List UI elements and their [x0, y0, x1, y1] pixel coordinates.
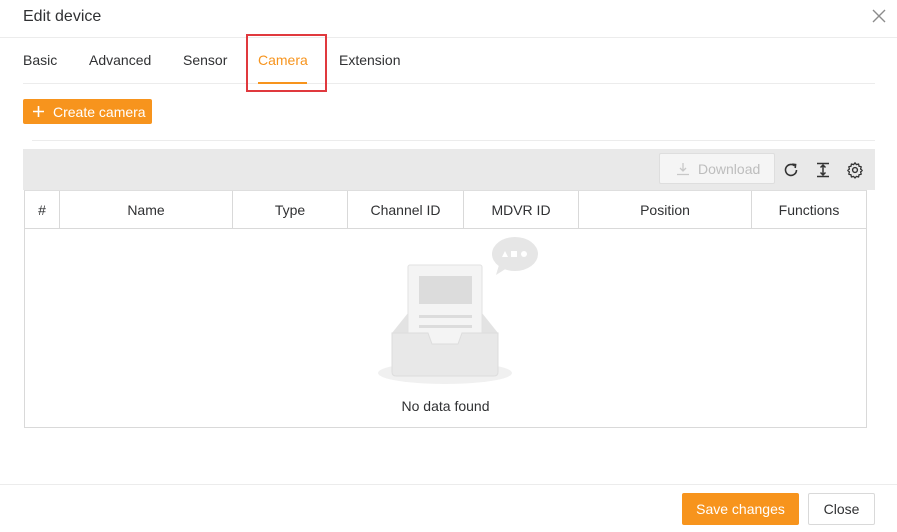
download-label: Download — [698, 160, 761, 177]
download-button[interactable]: Download — [659, 153, 775, 184]
dialog-header: Edit device — [0, 0, 897, 38]
empty-inbox-icon — [378, 237, 538, 384]
column-header-functions[interactable]: Functions — [752, 191, 866, 229]
empty-text: No data found — [401, 398, 490, 414]
table-header: # Name Type Channel ID MDVR ID Position … — [25, 191, 866, 229]
column-header-channel-id[interactable]: Channel ID — [348, 191, 464, 229]
column-header-mdvr-id[interactable]: MDVR ID — [464, 191, 579, 229]
close-icon[interactable] — [871, 8, 887, 24]
refresh-icon[interactable] — [782, 161, 800, 179]
column-header-position[interactable]: Position — [579, 191, 752, 229]
data-grid: # Name Type Channel ID MDVR ID Position … — [24, 190, 867, 428]
column-header-type[interactable]: Type — [233, 191, 348, 229]
tab-sensor[interactable]: Sensor — [183, 52, 227, 68]
create-camera-label: Create camera — [53, 103, 146, 120]
column-header-index[interactable]: # — [25, 191, 60, 229]
tab-extension[interactable]: Extension — [339, 52, 400, 68]
save-changes-button[interactable]: Save changes — [682, 493, 799, 525]
tab-highlight-box — [246, 34, 327, 92]
tab-bar: Basic Advanced Sensor Camera Extension — [23, 38, 875, 84]
column-height-icon[interactable] — [814, 161, 832, 179]
divider — [32, 140, 875, 141]
download-icon — [677, 162, 689, 175]
table-toolbar: Download — [23, 149, 875, 190]
create-camera-button[interactable]: Create camera — [23, 99, 152, 124]
dialog-title: Edit device — [23, 8, 102, 25]
gear-icon[interactable] — [846, 161, 864, 179]
camera-table: Download # Name Type Channel ID MDVR ID … — [23, 149, 875, 428]
dialog-footer: Save changes Close — [0, 484, 897, 532]
empty-state: No data found — [25, 230, 866, 427]
close-button[interactable]: Close — [808, 493, 875, 525]
tab-advanced[interactable]: Advanced — [89, 52, 151, 68]
tab-basic[interactable]: Basic — [23, 52, 57, 68]
plus-icon — [33, 106, 44, 117]
column-header-name[interactable]: Name — [60, 191, 233, 229]
